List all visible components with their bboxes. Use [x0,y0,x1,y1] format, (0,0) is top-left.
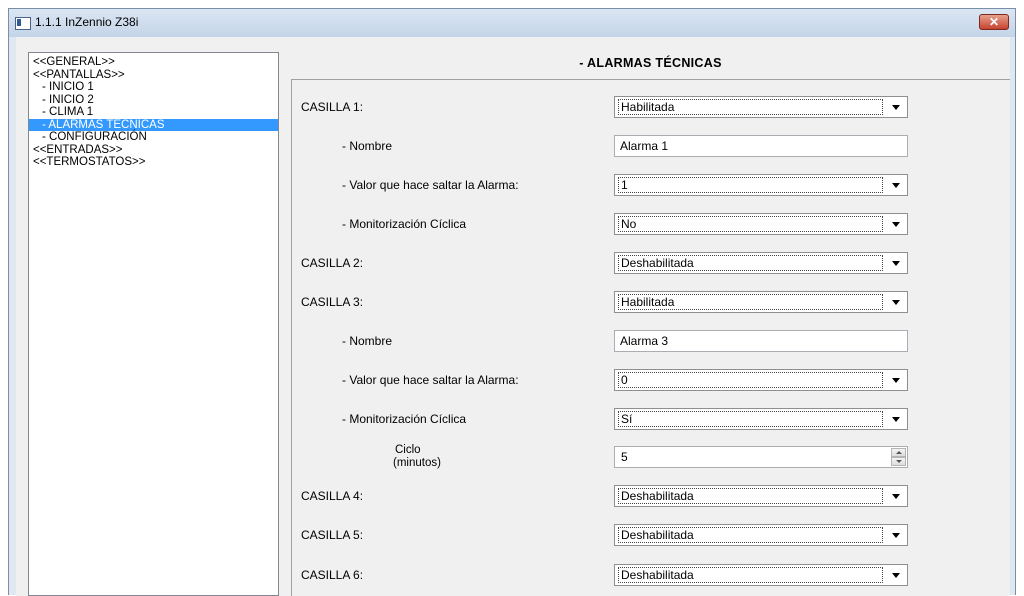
valor-3-label: - Valor que hace saltar la Alarma: [342,373,519,387]
tree-item-alarmas-tecnicas[interactable]: - ALARMAS TÉCNICAS [29,118,278,131]
chevron-down-icon [892,378,900,383]
casilla-2-dropdown[interactable]: Deshabilitada [614,252,908,274]
param-row-casilla-2: CASILLA 2: Deshabilitada [292,252,1010,274]
nombre-3-input[interactable]: Alarma 3 [614,330,908,352]
tree-item-clima-1[interactable]: - CLIMA 1 [29,106,278,119]
tree-item-general[interactable]: <<GENERAL>> [29,56,278,69]
chevron-down-icon [892,222,900,227]
param-row-casilla-6: CASILLA 6: Deshabilitada [292,564,1010,586]
casilla-1-value: Habilitada [618,99,883,115]
nombre-3-label: - Nombre [342,334,393,348]
chevron-down-icon [892,417,900,422]
param-row-valor-3: - Valor que hace saltar la Alarma: 0 [292,369,1010,391]
close-button[interactable]: ✕ [979,14,1009,30]
chevron-down-icon [892,533,900,538]
param-row-ciclo-3: Ciclo (minutos) 5 [292,444,1010,469]
valor-3-dropdown[interactable]: 0 [614,369,908,391]
tree-item-pantallas[interactable]: <<PANTALLAS>> [29,69,278,82]
casilla-1-label: CASILLA 1: [301,100,364,114]
monitorizacion-3-label: - Monitorización Cíclica [342,412,467,426]
casilla-4-label: CASILLA 4: [301,489,364,503]
tree-item-termostatos[interactable]: <<TERMOSTATOS>> [29,156,278,169]
param-row-casilla-1: CASILLA 1: Habilitada [292,96,1010,118]
nombre-1-input[interactable]: Alarma 1 [614,135,908,157]
tree-item-inicio-1[interactable]: - INICIO 1 [29,81,278,94]
chevron-down-icon [892,300,900,305]
ciclo-3-spin-buttons [891,448,906,466]
nombre-1-label: - Nombre [342,139,393,153]
casilla-2-label: CASILLA 2: [301,256,364,270]
casilla-5-dropdown[interactable]: Deshabilitada [614,524,908,546]
tree-item-configuracion[interactable]: - CONFIGURACIÓN [29,131,278,144]
window-title: 1.1.1 InZennio Z38i [35,15,139,29]
chevron-down-icon [892,183,900,188]
title-bar: 1.1.1 InZennio Z38i ✕ [9,9,1015,37]
param-row-casilla-3: CASILLA 3: Habilitada [292,291,1010,313]
ciclo-3-label-line1: Ciclo [395,444,421,456]
ciclo-3-label-line2: (minutos) [393,456,441,469]
chevron-down-icon [892,573,900,578]
parameters-panel: CASILLA 1: Habilitada - Nombre Alarma 1 … [291,79,1010,596]
window-client-area: <<GENERAL>> <<PANTALLAS>> - INICIO 1 - I… [16,37,1010,596]
app-icon [15,17,31,30]
casilla-6-dropdown[interactable]: Deshabilitada [614,564,908,586]
valor-1-dropdown[interactable]: 1 [614,174,908,196]
param-row-casilla-4: CASILLA 4: Deshabilitada [292,485,1010,507]
ciclo-3-label: Ciclo (minutos) [393,444,441,469]
valor-3-value: 0 [618,372,883,388]
casilla-5-label: CASILLA 5: [301,528,364,542]
monitorizacion-1-label: - Monitorización Cíclica [342,217,467,231]
casilla-4-dropdown[interactable]: Deshabilitada [614,485,908,507]
param-row-monitorizacion-1: - Monitorización Cíclica No [292,213,1010,235]
param-row-valor-1: - Valor que hace saltar la Alarma: 1 [292,174,1010,196]
monitorizacion-3-dropdown[interactable]: Sí [614,408,908,430]
monitorizacion-1-value: No [618,216,883,232]
casilla-5-value: Deshabilitada [618,527,883,543]
casilla-3-label: CASILLA 3: [301,295,364,309]
casilla-6-value: Deshabilitada [618,567,883,583]
casilla-6-label: CASILLA 6: [301,568,364,582]
app-window: 1.1.1 InZennio Z38i ✕ <<GENERAL>> <<PANT… [8,8,1016,596]
casilla-3-value: Habilitada [618,294,883,310]
ciclo-3-value: 5 [621,450,628,464]
tree-item-inicio-2[interactable]: - INICIO 2 [29,94,278,107]
chevron-down-icon [892,261,900,266]
spin-up-icon[interactable] [891,448,906,457]
valor-1-value: 1 [618,177,883,193]
param-row-nombre-1: - Nombre Alarma 1 [292,135,1010,157]
casilla-2-value: Deshabilitada [618,255,883,271]
chevron-down-icon [892,105,900,110]
section-title: - ALARMAS TÉCNICAS [579,56,722,70]
parameter-tree: <<GENERAL>> <<PANTALLAS>> - INICIO 1 - I… [28,52,279,596]
spin-down-icon[interactable] [891,457,906,466]
param-row-monitorizacion-3: - Monitorización Cíclica Sí [292,408,1010,430]
param-row-casilla-5: CASILLA 5: Deshabilitada [292,524,1010,546]
valor-1-label: - Valor que hace saltar la Alarma: [342,178,519,192]
tree-item-entradas[interactable]: <<ENTRADAS>> [29,144,278,157]
casilla-1-dropdown[interactable]: Habilitada [614,96,908,118]
casilla-3-dropdown[interactable]: Habilitada [614,291,908,313]
monitorizacion-1-dropdown[interactable]: No [614,213,908,235]
monitorizacion-3-value: Sí [618,411,883,427]
param-row-nombre-3: - Nombre Alarma 3 [292,330,1010,352]
ciclo-3-stepper[interactable]: 5 [614,446,908,468]
chevron-down-icon [892,494,900,499]
casilla-4-value: Deshabilitada [618,488,883,504]
